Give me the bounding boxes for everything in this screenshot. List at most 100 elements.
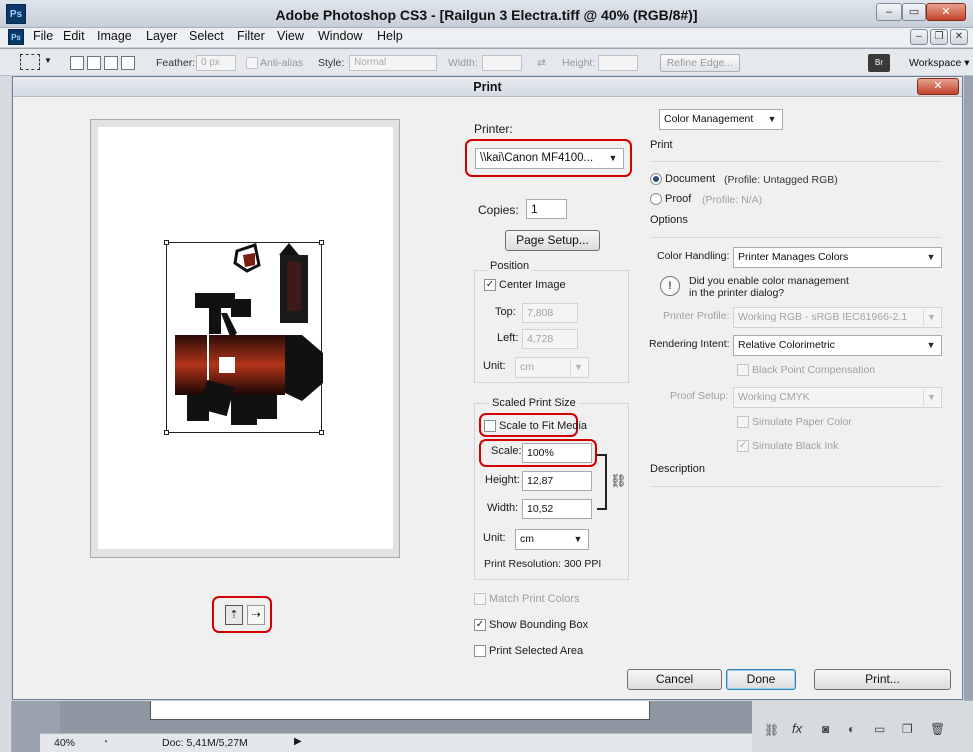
chain-link-icon[interactable]: ⛓ xyxy=(610,473,627,489)
doc-minimize-button[interactable]: – xyxy=(910,29,928,45)
doc-close-button[interactable]: ✕ xyxy=(950,29,968,45)
refine-edge-button[interactable]: Refine Edge... xyxy=(660,54,740,72)
menu-image[interactable]: Image xyxy=(97,28,132,48)
print-button[interactable]: Print... xyxy=(814,669,951,690)
trash-icon[interactable]: 🗑 xyxy=(930,722,945,736)
workspace-menu[interactable]: Workspace ▾ xyxy=(909,57,970,69)
constrain-bracket xyxy=(597,454,607,510)
feather-input[interactable]: 0 px xyxy=(196,55,236,71)
menu-edit[interactable]: Edit xyxy=(63,28,85,48)
done-button[interactable]: Done xyxy=(726,669,796,690)
marquee-tool-icon[interactable] xyxy=(20,54,40,70)
doc-restore-button[interactable]: ❐ xyxy=(930,29,948,45)
fx-icon[interactable]: fx xyxy=(792,721,802,736)
zoom-level[interactable]: 40% xyxy=(54,737,75,749)
resize-handle[interactable] xyxy=(164,430,169,435)
status-arrow-icon[interactable]: ▶ xyxy=(294,736,302,747)
close-button[interactable]: ✕ xyxy=(926,3,966,21)
scaled-unit-select[interactable]: cm ▼ xyxy=(515,529,589,550)
landscape-orientation-icon[interactable]: ⇢ xyxy=(247,605,265,625)
menu-help[interactable]: Help xyxy=(377,28,403,48)
menubar: Ps File Edit Image Layer Select Filter V… xyxy=(0,28,973,48)
center-image-checkbox[interactable]: ✓ xyxy=(484,279,496,291)
rendering-intent-select[interactable]: Relative Colorimetric ▼ xyxy=(733,335,942,356)
doc-size: Doc: 5,41M/5,27M xyxy=(162,737,248,749)
cancel-button[interactable]: Cancel xyxy=(627,669,722,690)
document-ps-icon: Ps xyxy=(8,29,24,45)
scale-to-fit-checkbox[interactable] xyxy=(484,420,496,432)
folder-icon[interactable]: ▭ xyxy=(874,722,885,736)
intersect-selection-icon[interactable] xyxy=(121,56,135,70)
bridge-icon[interactable]: Br xyxy=(868,54,890,72)
copies-label: Copies: xyxy=(478,203,519,217)
menu-filter[interactable]: Filter xyxy=(237,28,265,48)
document-radio[interactable] xyxy=(650,173,662,185)
top-input[interactable]: 7,808 xyxy=(522,303,578,323)
link-layers-icon[interactable]: ⛓ xyxy=(764,723,779,737)
chevron-down-icon: ▼ xyxy=(923,389,939,406)
show-bounding-box-checkbox[interactable]: ✓ xyxy=(474,619,486,631)
width-input[interactable] xyxy=(482,55,522,71)
menu-layer[interactable]: Layer xyxy=(146,28,177,48)
dialog-close-button[interactable]: ✕ xyxy=(917,78,959,95)
bpc-checkbox[interactable] xyxy=(737,364,749,376)
copies-input[interactable]: 1 xyxy=(526,199,567,219)
width-label: Width: xyxy=(448,57,478,69)
width-input[interactable]: 10,52 xyxy=(522,499,592,519)
status-menu-icon[interactable]: ◔ xyxy=(102,737,108,748)
print-selected-area-checkbox[interactable] xyxy=(474,645,486,657)
menu-window[interactable]: Window xyxy=(318,28,362,48)
style-select[interactable]: Normal xyxy=(349,55,437,71)
document-canvas xyxy=(150,700,650,720)
rendering-intent-label: Rendering Intent: xyxy=(649,338,730,350)
add-selection-icon[interactable] xyxy=(87,56,101,70)
menu-select[interactable]: Select xyxy=(189,28,224,48)
print-dialog: Print ✕ ⇡ ⇢ Printer: \\kai\Canon MF4100.… xyxy=(12,76,963,700)
proof-setup-label: Proof Setup: xyxy=(670,390,729,402)
antialias-label: Anti-alias xyxy=(260,57,304,69)
chevron-down-icon: ▼ xyxy=(926,252,936,262)
photoshop-logo-icon: Ps xyxy=(6,4,26,24)
proof-setup-select[interactable]: Working CMYK ▼ xyxy=(733,387,942,408)
simulate-paper-label: Simulate Paper Color xyxy=(752,416,852,428)
subtract-selection-icon[interactable] xyxy=(104,56,118,70)
resize-handle[interactable] xyxy=(164,240,169,245)
mode-select[interactable]: Color Management ▼ xyxy=(659,109,783,130)
page-setup-button[interactable]: Page Setup... xyxy=(505,230,600,251)
swap-icon[interactable]: ⇄ xyxy=(537,57,546,69)
proof-radio[interactable] xyxy=(650,193,662,205)
bounding-box[interactable] xyxy=(164,240,324,435)
divider xyxy=(650,486,942,487)
new-layer-icon[interactable]: ❐ xyxy=(902,722,913,736)
chevron-down-icon[interactable]: ▼ xyxy=(44,56,52,65)
menu-file[interactable]: File xyxy=(33,28,53,48)
color-handling-select[interactable]: Printer Manages Colors ▼ xyxy=(733,247,942,268)
rendering-intent-value: Relative Colorimetric xyxy=(738,339,835,351)
new-selection-icon[interactable] xyxy=(70,56,84,70)
mask-icon[interactable]: ◙ xyxy=(822,722,829,736)
adjustment-icon[interactable]: ◐ xyxy=(848,722,855,736)
left-input[interactable]: 4,728 xyxy=(522,329,578,349)
height-label: Height: xyxy=(562,57,596,69)
height-input[interactable]: 12,87 xyxy=(522,471,592,491)
height-input[interactable] xyxy=(598,55,638,71)
position-unit-select[interactable]: cm ▼ xyxy=(515,357,589,378)
minimize-button[interactable]: – xyxy=(876,3,902,21)
antialias-checkbox[interactable] xyxy=(246,57,258,69)
warning-line1: Did you enable color management xyxy=(689,275,849,287)
scale-input[interactable]: 100% xyxy=(522,443,592,463)
menu-view[interactable]: View xyxy=(277,28,304,48)
chevron-down-icon: ▼ xyxy=(923,309,939,326)
match-colors-checkbox[interactable] xyxy=(474,593,486,605)
resize-handle[interactable] xyxy=(319,430,324,435)
options-bar: ▼ Feather: 0 px Anti-alias Style: Normal… xyxy=(0,49,973,76)
status-bar: 40% ◔ Doc: 5,41M/5,27M ▶ xyxy=(40,733,752,752)
simulate-ink-checkbox[interactable]: ✓ xyxy=(737,440,749,452)
maximize-button[interactable]: ▭ xyxy=(902,3,926,21)
printer-select[interactable]: \\kai\Canon MF4100... ▼ xyxy=(475,148,624,169)
portrait-orientation-icon[interactable]: ⇡ xyxy=(225,605,243,625)
proof-label: Proof xyxy=(665,193,692,205)
resize-handle[interactable] xyxy=(319,240,324,245)
simulate-paper-checkbox[interactable] xyxy=(737,416,749,428)
printer-profile-select[interactable]: Working RGB - sRGB IEC61966-2.1 ▼ xyxy=(733,307,942,328)
